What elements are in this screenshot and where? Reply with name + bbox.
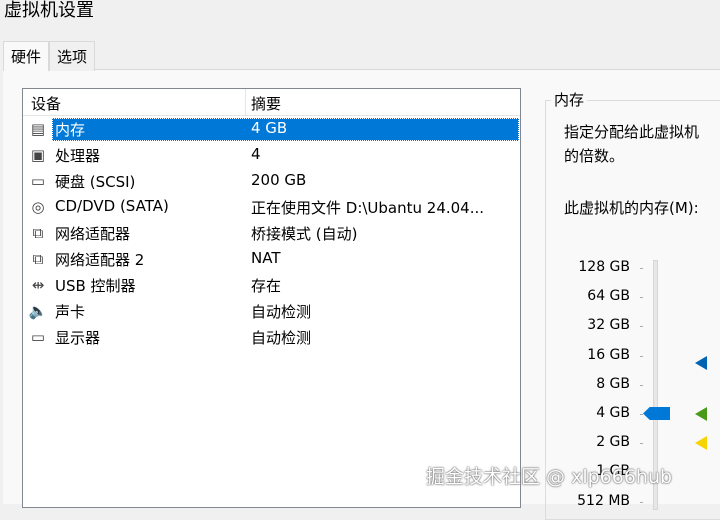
device-summary: 200 GB — [251, 171, 307, 189]
device-name: CD/DVD (SATA) — [55, 197, 169, 215]
device-summary: 4 GB — [251, 119, 288, 137]
scale-label: 2 GB — [596, 434, 630, 451]
device-name: 内存 — [55, 121, 86, 139]
column-header-summary[interactable]: 摘要 — [251, 93, 281, 114]
scale-tick — [640, 355, 643, 357]
device-summary: 自动检测 — [251, 329, 312, 347]
usb-icon: ⇹ — [31, 276, 45, 294]
memory-icon: ▤ — [30, 120, 46, 138]
scale-tick — [640, 414, 643, 415]
list-header: 设备 摘要 — [23, 89, 520, 116]
scale-tick — [640, 268, 643, 269]
tab-bar: 硬件 选项 — [3, 41, 96, 71]
scale-label: 8 GB — [596, 375, 630, 392]
device-row[interactable]: ⇹ USB 控制器 存在 — [23, 273, 520, 297]
device-name: 声卡 — [55, 303, 86, 321]
device-name: 硬盘 (SCSI) — [55, 173, 136, 191]
scale-label: 512 MB — [577, 492, 630, 509]
device-row[interactable]: ⧉ 网络适配器 2 NAT — [23, 247, 520, 271]
device-summary: 存在 — [251, 277, 282, 295]
memory-label: 此虚拟机的内存(M): — [564, 199, 699, 217]
memory-description: 指定分配给此虚拟机 — [564, 123, 700, 141]
memory-group-label: 内存 — [551, 89, 588, 110]
scale-tick — [640, 297, 643, 299]
scale-tick — [640, 384, 643, 386]
network-adapter-icon: ⧉ — [32, 224, 44, 242]
scale-label: 32 GB — [587, 317, 630, 334]
device-row[interactable]: ▤ 内存 4 GB — [23, 117, 520, 141]
scale-label: 16 GB — [587, 346, 630, 363]
scale-label: 64 GB — [587, 288, 630, 305]
device-row[interactable]: ⧉ 网络适配器 桥接模式 (自动) — [23, 221, 520, 245]
scale-tick — [640, 443, 643, 445]
device-summary: 自动检测 — [251, 303, 312, 321]
tab-hardware[interactable]: 硬件 — [3, 41, 50, 71]
device-row[interactable]: ▭ 显示器 自动检测 — [23, 325, 520, 349]
display-icon: ▭ — [30, 328, 46, 346]
device-row[interactable]: ▭ 硬盘 (SCSI) 200 GB — [23, 169, 520, 193]
cpu-icon: ▣ — [30, 146, 46, 164]
device-row[interactable]: ◎ CD/DVD (SATA) 正在使用文件 D:\Ubantu 24.04... — [23, 195, 520, 219]
tab-options[interactable]: 选项 — [49, 41, 96, 71]
device-summary: 桥接模式 (自动) — [251, 225, 358, 243]
device-name: 处理器 — [55, 147, 101, 165]
device-summary: 正在使用文件 D:\Ubantu 24.04... — [251, 199, 485, 217]
scale-label: 4 GB — [596, 405, 630, 421]
device-row[interactable]: ▣ 处理器 4 — [23, 143, 520, 167]
hard-disk-icon: ▭ — [30, 172, 46, 190]
sound-icon: 🔈 — [28, 302, 48, 320]
device-name: 显示器 — [55, 329, 101, 347]
scale-tick — [640, 326, 643, 328]
cd-dvd-icon: ◎ — [31, 198, 45, 216]
device-summary: NAT — [251, 249, 281, 267]
device-list[interactable]: 设备 摘要 ▤ 内存 4 GB ▣ 处理器 4 ▭ 硬盘 (SCSI) 200 GB ◎ CD/DV… — [22, 88, 521, 508]
memory-description-2: 的倍数。 — [564, 147, 625, 165]
device-row[interactable]: 🔈 声卡 自动检测 — [23, 299, 520, 323]
scale-label: 128 GB — [578, 259, 630, 275]
device-name: USB 控制器 — [55, 277, 136, 295]
scale-tick — [640, 501, 643, 503]
network-adapter-icon: ⧉ — [32, 250, 44, 268]
device-name: 网络适配器 2 — [55, 251, 145, 269]
watermark: 掘金技术社区 @ xlp666hub — [426, 466, 673, 488]
device-summary: 4 — [251, 145, 261, 163]
column-header-device[interactable]: 设备 — [31, 93, 61, 114]
device-name: 网络适配器 — [55, 225, 131, 243]
window-title: 虚拟机设置 — [4, 0, 94, 21]
